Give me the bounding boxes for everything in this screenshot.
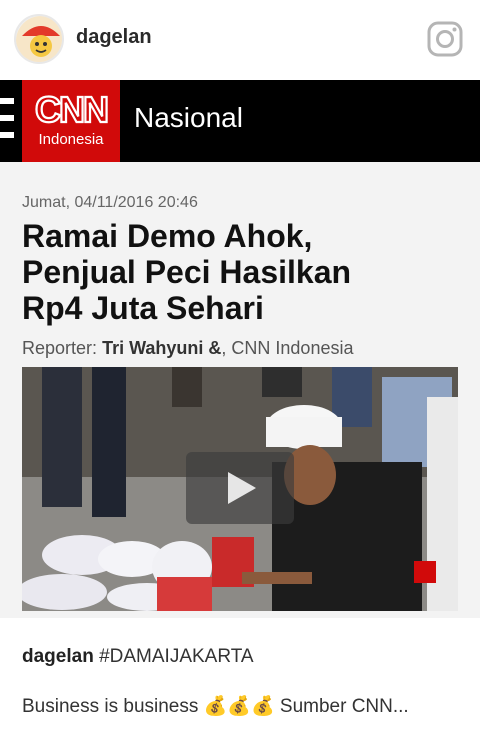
svg-text:CNN: CNN bbox=[35, 89, 107, 130]
reporter-suffix: , CNN Indonesia bbox=[221, 338, 354, 358]
reporter-label: Reporter: bbox=[22, 338, 98, 358]
instagram-icon[interactable] bbox=[426, 20, 464, 58]
section-title: Nasional bbox=[134, 102, 243, 133]
caption-hashtag[interactable]: #DAMAIJAKARTA bbox=[99, 646, 254, 667]
reporter-name: Tri Wahyuni & bbox=[102, 338, 222, 358]
video-thumbnail[interactable] bbox=[22, 367, 458, 611]
avatar[interactable] bbox=[14, 14, 64, 64]
play-button[interactable] bbox=[186, 452, 294, 524]
username[interactable]: dagelan bbox=[76, 26, 152, 49]
reporter-line: Reporter: Tri Wahyuni &, CNN Indonesia bbox=[22, 338, 353, 359]
article-title-line: Penjual Peci Hasilkan bbox=[22, 254, 352, 290]
post-header: dagelan bbox=[0, 0, 480, 80]
post-image[interactable]: CNN Indonesia Nasional Jumat, 04/11/2016… bbox=[0, 80, 480, 618]
svg-text:Indonesia: Indonesia bbox=[38, 131, 104, 148]
cnn-header-bar: CNN Indonesia Nasional bbox=[0, 80, 480, 162]
cnn-logo: CNN Indonesia bbox=[22, 80, 120, 162]
article-date: Jumat, 04/11/2016 20:46 bbox=[22, 194, 198, 211]
caption-first-line: dagelan #DAMAIJAKARTA bbox=[22, 646, 254, 668]
post-caption: dagelan #DAMAIJAKARTA Business is busine… bbox=[0, 618, 480, 738]
play-icon bbox=[228, 472, 256, 504]
caption-username[interactable]: dagelan bbox=[22, 646, 94, 667]
article-title-line: Ramai Demo Ahok, bbox=[22, 218, 313, 254]
cnn-watermark-icon bbox=[414, 561, 436, 583]
article-title-line: Rp4 Juta Sehari bbox=[22, 290, 264, 326]
menu-icon bbox=[0, 96, 14, 140]
caption-text[interactable]: Business is business 💰💰💰 Sumber CNN... bbox=[22, 694, 409, 718]
article-title: Ramai Demo Ahok, Penjual Peci Hasilkan R… bbox=[22, 218, 452, 326]
